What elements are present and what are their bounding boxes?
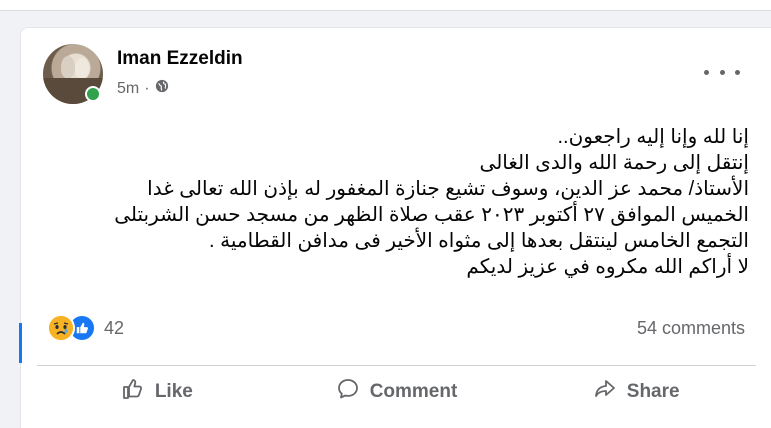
- post-author-name[interactable]: Iman Ezzeldin: [117, 48, 243, 70]
- sad-emoji-icon: [47, 314, 75, 342]
- more-horizontal-icon[interactable]: [704, 60, 740, 84]
- comments-count-link[interactable]: 54 comments: [637, 318, 745, 339]
- post-text-line: الخميس الموافق ٢٧ أكتوبر ٢٠٢٣ عقب صلاة ا…: [114, 204, 749, 226]
- share-arrow-icon: [593, 377, 617, 407]
- action-bar: Like Comment Share: [37, 371, 756, 413]
- globe-icon[interactable]: [155, 79, 169, 98]
- post-text-line: لا أراكم الله مكروه في عزيز لديكم: [466, 256, 749, 278]
- like-button-label: Like: [154, 381, 193, 402]
- post-text-line: إنا لله وإنا إليه راجعون..: [557, 126, 749, 148]
- reaction-count: 42: [104, 317, 125, 338]
- like-button[interactable]: Like: [37, 371, 277, 413]
- focus-accent-bar: [19, 323, 22, 363]
- divider: [37, 365, 756, 366]
- share-button-label: Share: [626, 381, 680, 402]
- comment-button[interactable]: Comment: [277, 371, 517, 413]
- post-text-line: إنتقل إلى رحمة الله والدى الغالى: [479, 152, 749, 174]
- post-card: Iman Ezzeldin 5m · إنا لله وإنا إليه راج…: [19, 27, 771, 428]
- thumbs-up-icon: [121, 377, 145, 407]
- online-status-dot: [85, 86, 101, 102]
- post-meta: 5m ·: [117, 79, 169, 98]
- comment-bubble-icon: [336, 377, 360, 407]
- post-timestamp[interactable]: 5m: [117, 80, 139, 98]
- previous-post-card: [0, 0, 771, 11]
- reaction-summary[interactable]: 42: [47, 314, 125, 342]
- post-text: إنا لله وإنا إليه راجعون.. إنتقل إلى رحم…: [61, 124, 749, 280]
- post-text-line: التجمع الخامس لينتقل بعدها إلى مثواه الأ…: [209, 230, 749, 252]
- post-text-line: الأستاذ/ محمد عز الدين، وسوف تشيع جنازة …: [147, 178, 749, 200]
- comment-button-label: Comment: [369, 381, 458, 402]
- share-button[interactable]: Share: [516, 371, 756, 413]
- meta-separator: ·: [144, 79, 150, 97]
